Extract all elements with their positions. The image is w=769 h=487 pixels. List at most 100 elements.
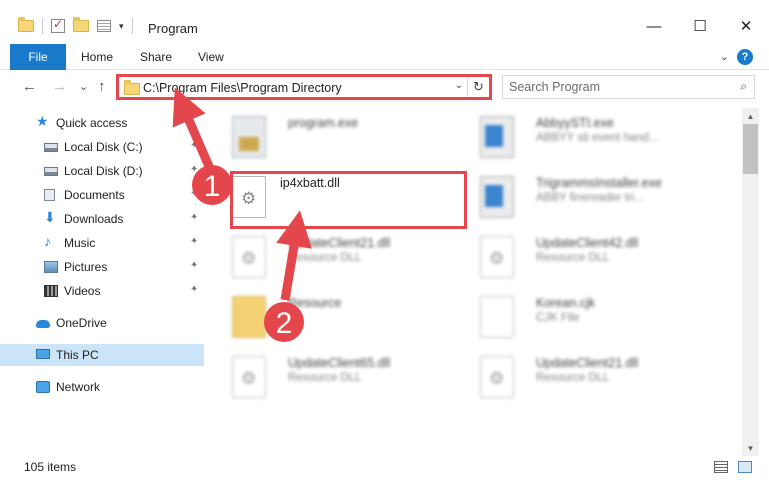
file-item[interactable]: TrigrammsInstaller.exe ABBY finereader t… xyxy=(454,170,694,226)
file-item[interactable]: Resource xyxy=(206,290,446,346)
sidebar-item-label: Music xyxy=(64,236,96,250)
sidebar-item-label: Pictures xyxy=(64,260,108,274)
title-bar: ▾ Program — ☐ ✕ xyxy=(0,0,769,44)
maximize-button[interactable]: ☐ xyxy=(677,11,723,41)
vertical-scrollbar[interactable]: ▲ ▼ xyxy=(742,108,759,456)
sidebar-item-this-pc[interactable]: This PC xyxy=(0,344,204,366)
file-item[interactable]: UpdateClient65.dll Resource DLL xyxy=(206,350,446,406)
sidebar-item-label: This PC xyxy=(56,348,99,362)
file-name: TrigrammsInstaller.exe xyxy=(536,176,662,190)
sidebar-item-pictures[interactable]: Pictures ✦ xyxy=(0,256,204,278)
new-folder-icon[interactable] xyxy=(73,17,89,32)
pin-icon[interactable]: ✦ xyxy=(190,188,198,199)
pin-icon[interactable]: ✦ xyxy=(190,212,198,223)
properties-check-icon[interactable] xyxy=(51,17,65,33)
help-icon[interactable]: ? xyxy=(737,49,753,65)
tab-home[interactable]: Home xyxy=(81,50,113,64)
sidebar-item-music[interactable]: ♪ Music ✦ xyxy=(0,232,204,254)
sidebar-item-onedrive[interactable]: OneDrive xyxy=(0,312,204,334)
sidebar-item-quick-access[interactable]: ★ Quick access xyxy=(0,112,204,134)
file-name: UpdateClient21.dll xyxy=(536,356,639,370)
status-bar: 105 items xyxy=(0,456,769,478)
tab-share[interactable]: Share xyxy=(140,50,172,64)
sidebar-item-network[interactable]: Network xyxy=(0,376,204,398)
file-name: AbbyySTI.exe xyxy=(536,116,614,130)
item-count: 105 items xyxy=(24,460,77,474)
file-name: UpdateClient42.dll xyxy=(536,236,639,250)
pin-icon[interactable]: ✦ xyxy=(190,236,198,247)
file-description: Resource DLL xyxy=(288,252,362,264)
scroll-thumb[interactable] xyxy=(743,124,758,174)
file-name: UpdateClient21.dll xyxy=(288,236,391,250)
setup-exe-icon xyxy=(232,116,266,158)
file-name: program.exe xyxy=(288,116,359,130)
ribbon-tabs: File Home Share View ⌄ ? xyxy=(0,44,769,70)
sidebar-item-local-disk-d[interactable]: Local Disk (D:) ✦ xyxy=(0,160,204,182)
back-button[interactable]: ← xyxy=(22,78,37,95)
navigation-pane: ★ Quick access Local Disk (C:) ✦ Local D… xyxy=(0,108,206,438)
computer-icon xyxy=(36,349,50,359)
sidebar-item-documents[interactable]: Documents ✦ xyxy=(0,184,204,206)
download-arrow-icon: ⬇ xyxy=(44,209,56,225)
customize-icon[interactable] xyxy=(97,20,111,32)
search-icon[interactable]: ⌕ xyxy=(740,79,747,94)
recent-locations-button[interactable]: ⌄ xyxy=(79,80,88,93)
pictures-icon xyxy=(44,261,58,273)
file-item[interactable]: UpdateClient21.dll Resource DLL xyxy=(454,350,694,406)
address-bar[interactable]: C:\Program Files\Program Directory ⌄ ↻ xyxy=(116,74,492,100)
sidebar-item-local-disk-c[interactable]: Local Disk (C:) ✦ xyxy=(0,136,204,158)
scroll-down-icon[interactable]: ▼ xyxy=(742,440,759,456)
up-button[interactable]: ↑ xyxy=(98,78,106,95)
cloud-icon xyxy=(36,320,50,328)
tab-file[interactable]: File xyxy=(10,44,66,70)
forward-button[interactable]: → xyxy=(52,78,67,95)
expand-ribbon-icon[interactable]: ⌄ xyxy=(720,50,729,63)
pin-icon[interactable]: ✦ xyxy=(190,140,198,151)
file-description: Resource DLL xyxy=(536,252,610,264)
quick-access-toolbar: ▾ xyxy=(18,17,133,34)
sidebar-item-videos[interactable]: Videos ✦ xyxy=(0,280,204,302)
large-icons-view-icon[interactable] xyxy=(738,461,752,473)
film-strip-icon xyxy=(44,285,58,297)
file-item[interactable]: AbbyySTI.exe ABBYY sti event hand... xyxy=(454,110,694,166)
address-dropdown-icon[interactable]: ⌄ xyxy=(455,80,463,91)
file-highlight-box xyxy=(230,171,467,229)
window-title: Program xyxy=(148,21,198,36)
folder-icon xyxy=(124,80,140,95)
pin-icon[interactable]: ✦ xyxy=(190,260,198,271)
search-input[interactable] xyxy=(509,79,719,95)
sidebar-item-label: OneDrive xyxy=(56,316,107,330)
star-icon: ★ xyxy=(36,113,49,129)
dll-gear-icon xyxy=(232,356,266,398)
disk-icon xyxy=(44,143,58,152)
dll-gear-icon xyxy=(480,356,514,398)
file-item[interactable]: UpdateClient21.dll Resource DLL xyxy=(206,230,446,286)
file-description: ABBY finereader tri... xyxy=(536,192,644,204)
address-path[interactable]: C:\Program Files\Program Directory xyxy=(143,81,342,95)
sidebar-item-label: Local Disk (D:) xyxy=(64,164,143,178)
folder-icon xyxy=(232,296,266,338)
sidebar-item-label: Network xyxy=(56,380,101,394)
pin-icon[interactable]: ✦ xyxy=(190,284,198,295)
toolbar-divider xyxy=(42,18,43,34)
document-icon xyxy=(480,296,514,338)
minimize-button[interactable]: — xyxy=(631,11,677,41)
music-note-icon: ♪ xyxy=(44,233,51,249)
sidebar-item-label: Downloads xyxy=(64,212,124,226)
tab-view[interactable]: View xyxy=(198,50,224,64)
pin-icon[interactable]: ✦ xyxy=(190,164,198,175)
close-button[interactable]: ✕ xyxy=(723,11,769,41)
file-item[interactable]: Korean.cjk CJK File xyxy=(454,290,694,346)
details-view-icon[interactable] xyxy=(714,461,728,473)
refresh-icon[interactable]: ↻ xyxy=(467,77,489,97)
search-box[interactable]: ⌕ xyxy=(502,75,755,99)
application-icon xyxy=(480,176,514,218)
file-item[interactable]: UpdateClient42.dll Resource DLL xyxy=(454,230,694,286)
sidebar-item-label: Videos xyxy=(64,284,101,298)
file-item[interactable]: program.exe xyxy=(206,110,446,166)
file-name: UpdateClient65.dll xyxy=(288,356,391,370)
customize-dropdown-icon[interactable]: ▾ xyxy=(119,21,124,32)
dll-gear-icon xyxy=(232,236,266,278)
sidebar-item-downloads[interactable]: ⬇ Downloads ✦ xyxy=(0,208,204,230)
scroll-up-icon[interactable]: ▲ xyxy=(742,108,759,124)
